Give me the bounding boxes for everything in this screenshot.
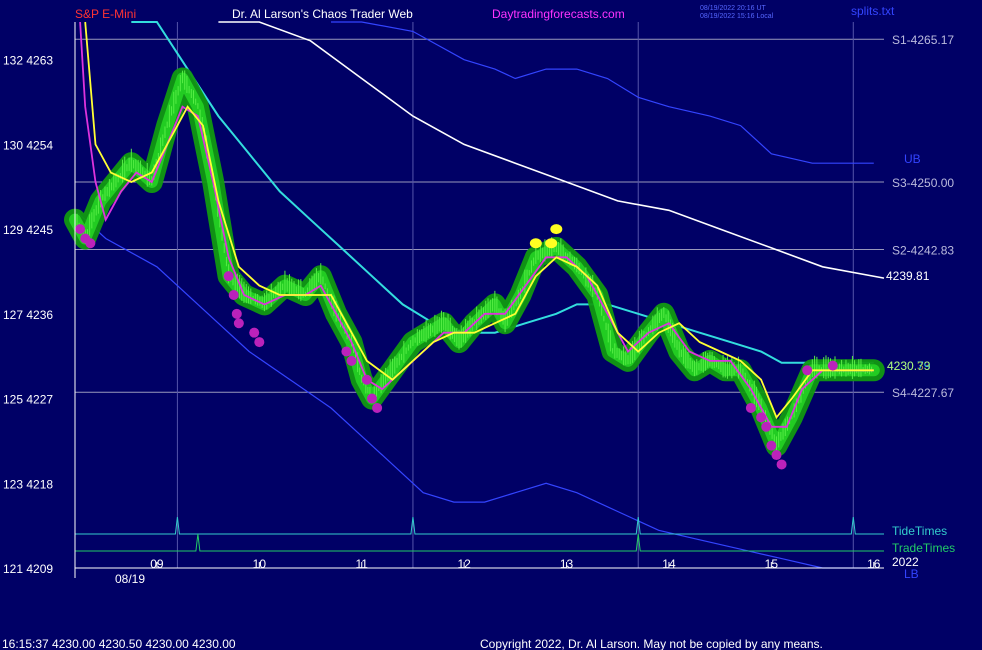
x-tick-label-1: 09 (150, 557, 164, 571)
magenta-dot (254, 337, 265, 348)
y-tick-label-4: 127 4236 (3, 308, 53, 322)
y-tick-label-3: 129 4245 (3, 223, 53, 237)
magenta-dot (766, 440, 777, 451)
x-tick-label-7: 15 (765, 557, 779, 571)
x-tick-label-4: 12 (457, 557, 471, 571)
yellow-end-label: 4230.33 (887, 359, 931, 373)
tide-times-label: TideTimes (892, 524, 947, 538)
site-url[interactable]: Daytradingforecasts.com (492, 7, 625, 21)
site-title: Dr. Al Larson's Chaos Trader Web (232, 7, 413, 21)
date-label: 08/19 (115, 572, 145, 586)
utc-time: 08/19/2022 20:16 UT (700, 5, 766, 12)
y-tick-label-5: 125 4227 (3, 393, 53, 407)
magenta-dot (802, 365, 813, 376)
x-tick-label-2: 10 (253, 557, 267, 571)
quote-line: 16:15:37 4230.00 4230.50 4230.00 4230.00 (2, 637, 236, 650)
x-tick-label-3: 11 (355, 557, 368, 571)
magenta-dot (75, 224, 86, 235)
magenta-dot (223, 271, 234, 282)
magenta-dot (756, 412, 767, 423)
x-tick-label-5: 13 (560, 557, 574, 571)
yellow-dot (545, 238, 558, 249)
level-label-1: S1-4265.17 (892, 33, 954, 47)
copyright: Copyright 2022, Dr. Al Larson. May not b… (480, 637, 823, 650)
yellow-dot (529, 238, 542, 249)
magenta-dot (228, 290, 239, 300)
x-tick-label-6: 14 (662, 557, 676, 571)
level-label-2: S3-4250.00 (892, 176, 954, 190)
upper-band-label: UB (904, 152, 921, 166)
x-tick-label-8: 16 (867, 557, 881, 571)
lower-band-label: LB (904, 567, 919, 581)
trade-times-label: TradeTimes (892, 541, 955, 555)
magenta-dot (85, 238, 96, 249)
magenta-dot (233, 318, 244, 329)
magenta-dot (745, 402, 756, 413)
magenta-dot (231, 308, 242, 319)
local-time: 08/19/2022 15:16 Local (700, 13, 774, 20)
level-label-4: S4-4227.67 (892, 386, 954, 400)
magenta-dot (776, 459, 787, 470)
y-tick-label-1: 132 4263 (3, 54, 53, 68)
y-tick-label-6: 123 4218 (3, 477, 53, 491)
magenta-dot (346, 355, 357, 366)
magenta-dot (761, 421, 772, 432)
magenta-dot (366, 393, 377, 404)
magenta-dot (827, 360, 838, 371)
symbol-title: S&P E-Mini (75, 7, 136, 21)
magenta-dot (249, 327, 260, 338)
y-tick-label-2: 130 4254 (3, 138, 53, 152)
magenta-dot (361, 374, 372, 385)
yellow-dot (550, 224, 563, 235)
file-name: splits.txt (851, 4, 895, 18)
magenta-dot (341, 346, 352, 357)
y-tick-label-7: 121 4209 (3, 562, 53, 576)
magenta-dot (771, 450, 782, 461)
level-label-3: S2-4242.83 (892, 244, 954, 258)
magenta-dot (372, 402, 383, 413)
white-end-label: 4239.81 (886, 269, 930, 283)
chart: S1-4265.17 S3-4250.00 S2-4242.83 S4-4227.67… (0, 0, 982, 650)
